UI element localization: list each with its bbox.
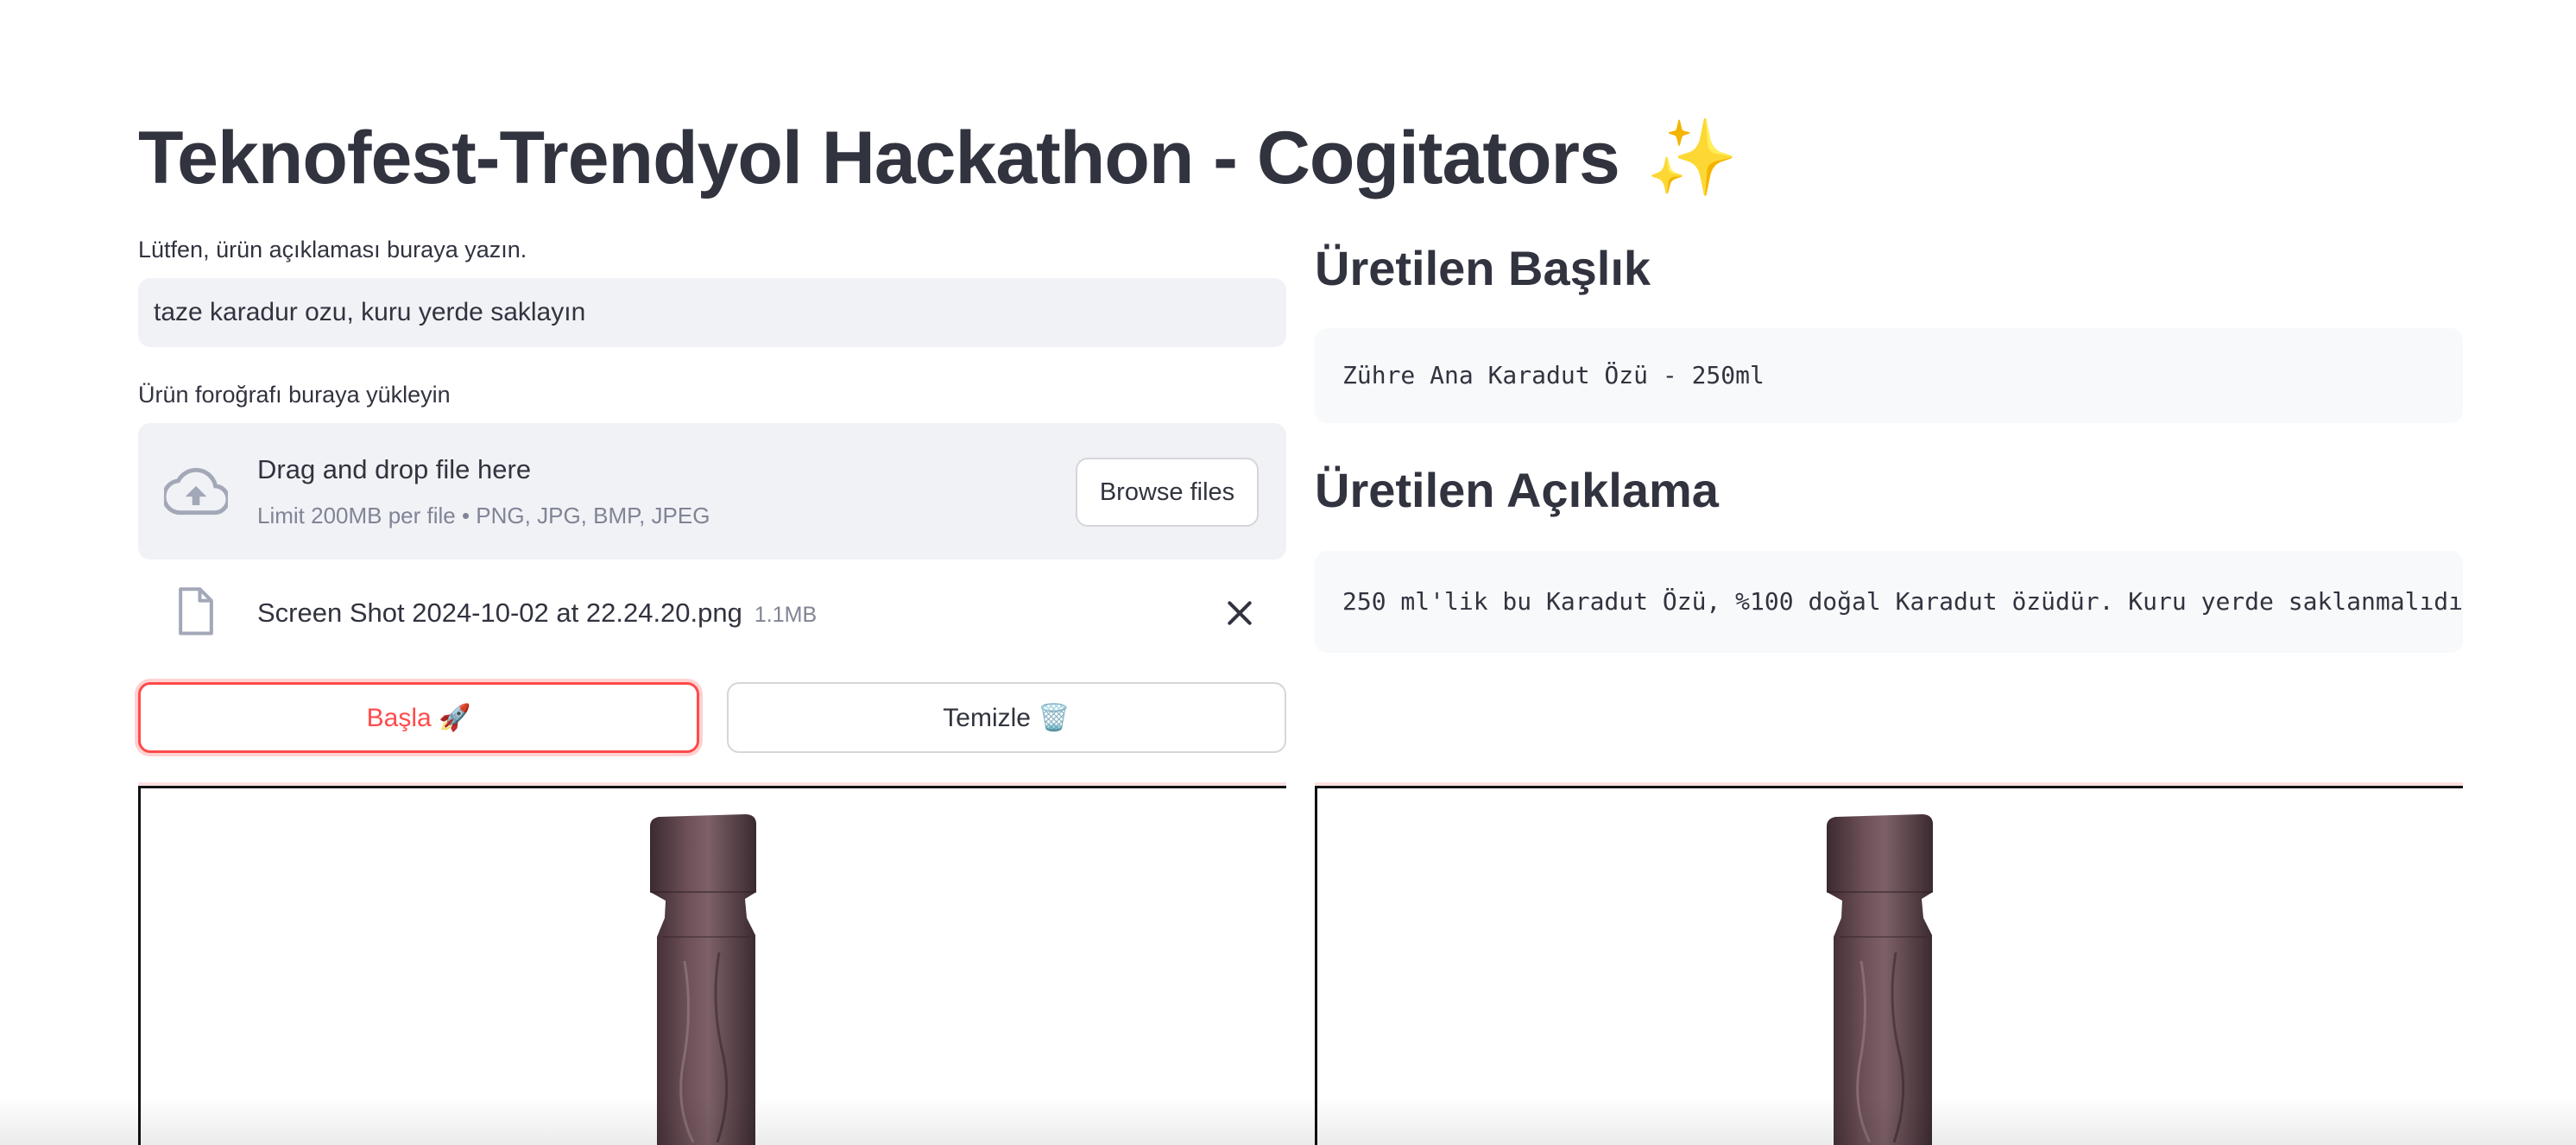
description-input-label: Lütfen, ürün açıklaması buraya yazın.	[138, 237, 527, 263]
cloud-upload-icon	[164, 467, 228, 516]
generated-title-header: Üretilen Başlık	[1315, 241, 1651, 295]
bottle-image	[650, 814, 756, 1145]
generated-description-code: 250 ml'lik bu Karadut Özü, %100 doğal Ka…	[1315, 551, 2463, 653]
generated-description-header: Üretilen Açıklama	[1315, 463, 1719, 517]
dropzone-title: Drag and drop file here	[257, 454, 532, 484]
start-button[interactable]: Başla 🚀	[138, 682, 699, 753]
file-name-text: Screen Shot 2024-10-02 at 22.24.20.png	[257, 598, 742, 628]
file-dropzone[interactable]: Drag and drop file here Limit 200MB per …	[138, 423, 1286, 560]
generated-title-code: Zühre Ana Karadut Özü - 250ml	[1315, 328, 2463, 423]
uploaded-file-name: Screen Shot 2024-10-02 at 22.24.20.png 1.…	[257, 598, 817, 629]
close-icon[interactable]	[1222, 596, 1257, 630]
file-size: 1.1MB	[754, 603, 818, 627]
page-title-text: Teknofest-Trendyol Hackathon - Cogitator…	[138, 117, 1620, 199]
clear-button[interactable]: Temizle 🗑️	[727, 682, 1286, 753]
sparkles-icon: ✨	[1645, 117, 1739, 199]
uploaded-product-image	[138, 786, 1286, 1145]
browse-files-button[interactable]: Browse files	[1076, 458, 1259, 527]
uploader-label: Ürün foroğrafı buraya yükleyin	[138, 382, 451, 408]
app-page: Teknofest-Trendyol Hackathon - Cogitator…	[0, 0, 2576, 1145]
file-icon	[179, 587, 213, 636]
page-title: Teknofest-Trendyol Hackathon - Cogitator…	[138, 111, 1739, 206]
result-product-image	[1315, 786, 2463, 1145]
dropzone-limit-text: Limit 200MB per file • PNG, JPG, BMP, JP…	[257, 503, 710, 528]
uploaded-file-item: Screen Shot 2024-10-02 at 22.24.20.png 1.…	[138, 579, 1286, 648]
bottle-image	[1827, 814, 1933, 1145]
description-input[interactable]	[138, 278, 1286, 347]
